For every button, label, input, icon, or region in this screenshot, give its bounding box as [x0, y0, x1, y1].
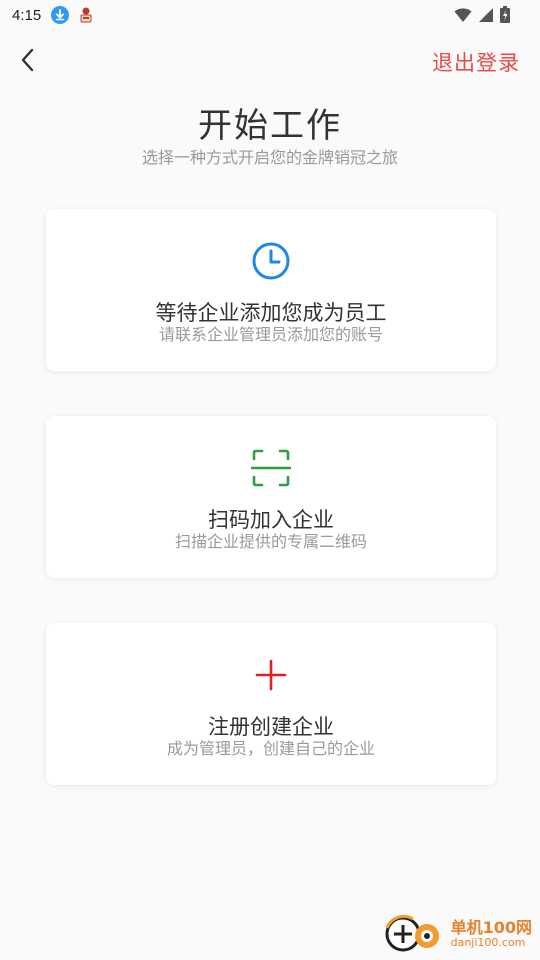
chevron-left-icon: [21, 48, 34, 72]
card-description: 成为管理员，创建自己的企业: [166, 739, 375, 758]
clock-icon: [252, 242, 290, 280]
card-description: 请联系企业管理员添加您的账号: [158, 325, 383, 344]
watermark-text: 单机100网: [450, 917, 532, 937]
download-icon: [51, 6, 70, 24]
status-time: 4:15: [12, 6, 42, 24]
scan-icon: [251, 449, 291, 487]
page-title: 开始工作: [198, 106, 342, 146]
register-company-card[interactable]: 注册创建企业 成为管理员，创建自己的企业: [46, 623, 496, 785]
watermark: 单机100网 danji100.com: [383, 912, 532, 956]
logout-button[interactable]: 退出登录: [432, 47, 520, 77]
wait-employee-card[interactable]: 等待企业添加您成为员工 请联系企业管理员添加您的账号: [46, 209, 496, 371]
scan-join-card[interactable]: 扫码加入企业 扫描企业提供的专属二维码: [46, 416, 496, 578]
battery-icon: [500, 6, 510, 23]
card-description: 扫描企业提供的专属二维码: [174, 532, 367, 551]
page-subtitle: 选择一种方式开启您的金牌销冠之旅: [141, 148, 398, 167]
plus-icon: [255, 659, 287, 691]
watermark-url: danji100.com: [450, 935, 526, 949]
signal-icon: [479, 7, 493, 22]
wifi-icon: [454, 7, 472, 22]
app-notification-icon: [77, 6, 95, 24]
back-button[interactable]: [12, 44, 44, 76]
watermark-logo-icon: [385, 914, 439, 952]
status-bar: 4:15: [0, 0, 540, 30]
